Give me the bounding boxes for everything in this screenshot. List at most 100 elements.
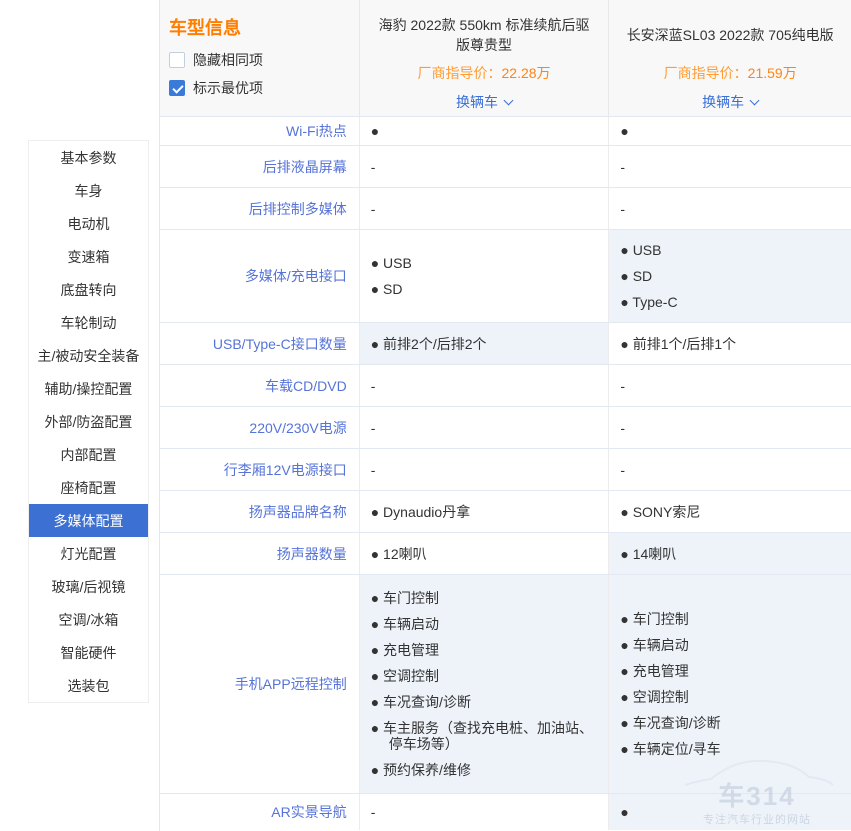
value-line: ● 空调控制 — [620, 689, 841, 705]
car1-value-cell: - — [360, 407, 610, 448]
value-line: ● 车况查询/诊断 — [371, 694, 599, 710]
car1-value-cell: - — [360, 146, 610, 187]
value-line: ● — [371, 123, 599, 139]
chevron-down-icon — [750, 96, 760, 106]
row-label-link[interactable]: 车载CD/DVD — [265, 376, 347, 396]
sidebar-item-option-packages[interactable]: 选装包 — [29, 669, 148, 702]
chevron-down-icon — [504, 96, 514, 106]
table-row: AR实景导航 - ● — [160, 794, 851, 830]
value-line: ● 车主服务（查找充电桩、加油站、停车场等） — [371, 720, 599, 752]
value-line: - — [371, 159, 599, 175]
car2-value-cell: - — [609, 407, 851, 448]
sidebar-item-smart-hardware[interactable]: 智能硬件 — [29, 636, 148, 669]
comparison-header: 车型信息 隐藏相同项 标示最优项 海豹 2022款 550km 标准续航后驱版尊… — [160, 0, 851, 117]
row-label-cell: 行李厢12V电源接口 — [160, 449, 360, 490]
value-line: - — [620, 420, 841, 436]
car2-value-cell: ● SONY索尼 — [609, 491, 851, 532]
value-line: ● Type-C — [620, 294, 841, 310]
car1-name: 海豹 2022款 550km 标准续航后驱版尊贵型 — [360, 12, 609, 58]
row-label-link[interactable]: 扬声器品牌名称 — [249, 502, 347, 522]
sidebar-item-glass-mirrors[interactable]: 玻璃/后视镜 — [29, 570, 148, 603]
table-row: 后排控制多媒体 - - — [160, 188, 851, 230]
sidebar-item-body[interactable]: 车身 — [29, 174, 148, 207]
row-label-link[interactable]: USB/Type-C接口数量 — [213, 334, 347, 354]
row-label-cell: 扬声器数量 — [160, 533, 360, 574]
table-row: Wi-Fi热点 ● ● — [160, 117, 851, 146]
table-row: 手机APP远程控制 ● 车门控制 ● 车辆启动 ● 充电管理 ● 空调控制 ● … — [160, 575, 851, 794]
row-label-link[interactable]: 扬声器数量 — [277, 544, 347, 564]
mark-best-label: 标示最优项 — [193, 78, 263, 98]
sidebar-item-chassis[interactable]: 底盘转向 — [29, 273, 148, 306]
sidebar-item-assist-control[interactable]: 辅助/操控配置 — [29, 372, 148, 405]
row-label-link[interactable]: 后排控制多媒体 — [249, 199, 347, 219]
sidebar-item-motor[interactable]: 电动机 — [29, 207, 148, 240]
value-line: ● SD — [371, 281, 599, 297]
mark-best-checkbox-row[interactable]: 标示最优项 — [169, 78, 359, 98]
hide-same-checkbox-row[interactable]: 隐藏相同项 — [169, 50, 359, 70]
car1-value-cell: - — [360, 365, 610, 406]
value-line: ● USB — [620, 242, 841, 258]
car2-value-cell: - — [609, 449, 851, 490]
car2-value-cell: ● 前排1个/后排1个 — [609, 323, 851, 364]
row-label-cell: 后排控制多媒体 — [160, 188, 360, 229]
car2-value-cell: - — [609, 146, 851, 187]
value-line: ● 车门控制 — [620, 611, 841, 627]
value-line: - — [371, 378, 599, 394]
car2-price: 厂商指导价：21.59万 — [664, 63, 797, 83]
car2-name: 长安深蓝SL03 2022款 705纯电版 — [621, 12, 840, 58]
car1-header: 海豹 2022款 550km 标准续航后驱版尊贵型 厂商指导价：22.28万 换… — [360, 0, 610, 116]
car1-price-value: 22.28万 — [502, 65, 551, 81]
car1-change-link[interactable]: 换辆车 — [456, 92, 512, 112]
car1-change-label: 换辆车 — [456, 92, 498, 112]
sidebar-item-aircon[interactable]: 空调/冰箱 — [29, 603, 148, 636]
car1-value-cell: - — [360, 188, 610, 229]
value-line: ● 14喇叭 — [620, 546, 841, 562]
sidebar-item-interior[interactable]: 内部配置 — [29, 438, 148, 471]
car1-value-cell: ● 12喇叭 — [360, 533, 610, 574]
car2-price-label: 厂商指导价： — [664, 65, 748, 81]
car1-value-cell-best: ● 前排2个/后排2个 — [360, 323, 610, 364]
row-label-cell: AR实景导航 — [160, 794, 360, 830]
row-label-cell: Wi-Fi热点 — [160, 117, 360, 145]
car2-value-cell-best: ● — [609, 794, 851, 830]
row-label-link[interactable]: 手机APP远程控制 — [235, 674, 347, 694]
car2-header: 长安深蓝SL03 2022款 705纯电版 厂商指导价：21.59万 换辆车 — [609, 0, 851, 116]
value-line: - — [620, 378, 841, 394]
table-row: 扬声器数量 ● 12喇叭 ● 14喇叭 — [160, 533, 851, 575]
car1-price-label: 厂商指导价： — [418, 65, 502, 81]
value-line: ● Dynaudio丹拿 — [371, 504, 599, 520]
table-row: 行李厢12V电源接口 - - — [160, 449, 851, 491]
row-label-cell: 扬声器品牌名称 — [160, 491, 360, 532]
value-line: ● 车辆定位/寻车 — [620, 741, 841, 757]
hide-same-checkbox[interactable] — [169, 52, 185, 68]
sidebar-item-basic-params[interactable]: 基本参数 — [29, 141, 148, 174]
car1-value-cell: - — [360, 449, 610, 490]
sidebar-item-safety[interactable]: 主/被动安全装备 — [29, 339, 148, 372]
value-line: ● 车况查询/诊断 — [620, 715, 841, 731]
value-line: ● 车辆启动 — [620, 637, 841, 653]
value-line: ● 前排2个/后排2个 — [371, 336, 599, 352]
sidebar-item-lights[interactable]: 灯光配置 — [29, 537, 148, 570]
value-line: - — [620, 159, 841, 175]
sidebar-item-gearbox[interactable]: 变速箱 — [29, 240, 148, 273]
value-line: - — [371, 420, 599, 436]
row-label-link[interactable]: Wi-Fi热点 — [286, 121, 347, 141]
value-line: - — [371, 804, 599, 820]
sidebar-item-seats[interactable]: 座椅配置 — [29, 471, 148, 504]
sidebar-item-wheel-brake[interactable]: 车轮制动 — [29, 306, 148, 339]
sidebar-item-exterior[interactable]: 外部/防盗配置 — [29, 405, 148, 438]
mark-best-checkbox[interactable] — [169, 80, 185, 96]
row-label-link[interactable]: 多媒体/充电接口 — [245, 266, 347, 286]
row-label-link[interactable]: 220V/230V电源 — [249, 418, 346, 438]
table-row: 220V/230V电源 - - — [160, 407, 851, 449]
value-line: - — [620, 201, 841, 217]
car2-value-cell-best: ● 车门控制 ● 车辆启动 ● 充电管理 ● 空调控制 ● 车况查询/诊断 ● … — [609, 575, 851, 793]
row-label-link[interactable]: 行李厢12V电源接口 — [224, 460, 347, 480]
table-row: 后排液晶屏幕 - - — [160, 146, 851, 188]
sidebar-item-multimedia[interactable]: 多媒体配置 — [29, 504, 148, 537]
row-label-link[interactable]: AR实景导航 — [271, 802, 346, 822]
car2-change-link[interactable]: 换辆车 — [702, 92, 758, 112]
value-line: ● 12喇叭 — [371, 546, 599, 562]
row-label-link[interactable]: 后排液晶屏幕 — [263, 157, 347, 177]
category-sidebar: 基本参数 车身 电动机 变速箱 底盘转向 车轮制动 主/被动安全装备 辅助/操控… — [28, 140, 149, 703]
